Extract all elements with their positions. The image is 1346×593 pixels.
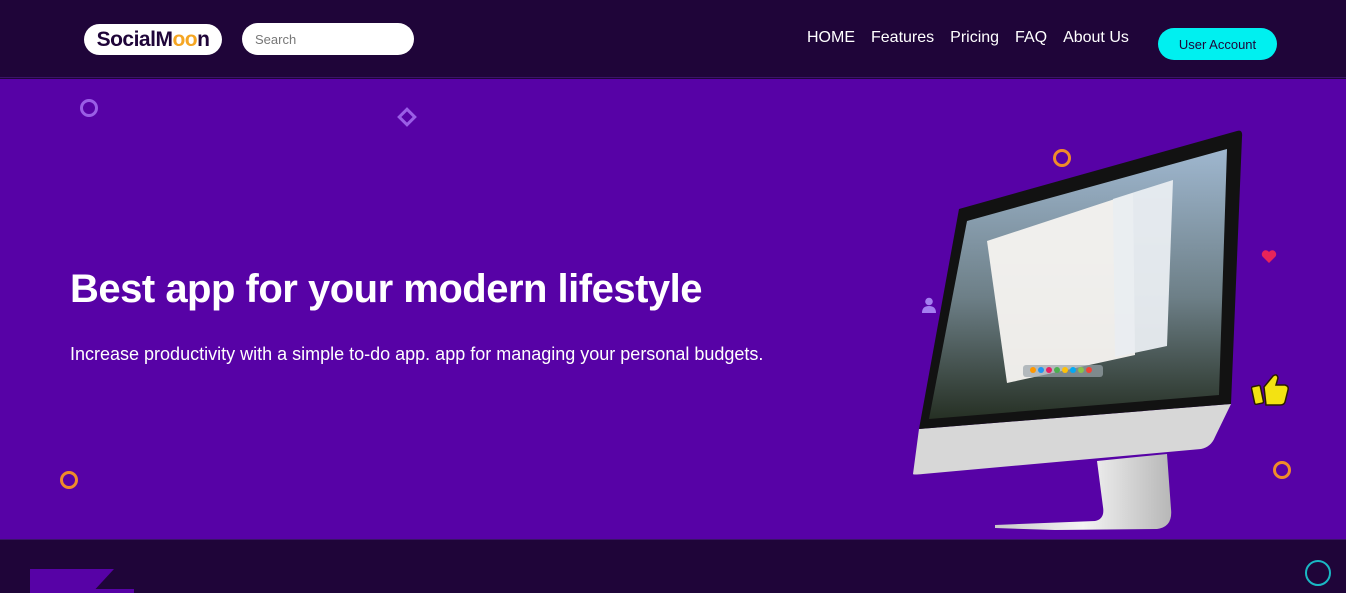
ring-icon [1305, 560, 1331, 586]
ring-icon [60, 471, 78, 489]
hero-subtitle: Increase productivity with a simple to-d… [70, 344, 764, 364]
logo-text-part-a: SocialM [96, 27, 173, 51]
ring-icon [1273, 461, 1291, 479]
footer-strip [0, 539, 1346, 593]
search-input[interactable] [242, 23, 414, 55]
logo-text-part-b: oo [172, 27, 198, 51]
site-logo[interactable]: SocialM oo n [84, 24, 222, 55]
footer-decoration [30, 569, 134, 593]
thumbs-up-icon [1251, 374, 1289, 406]
ring-icon [80, 99, 98, 117]
nav-home[interactable]: HOME [807, 29, 855, 47]
nav-faq[interactable]: FAQ [1015, 29, 1047, 47]
user-account-button[interactable]: User Account [1158, 28, 1277, 60]
imac-monitor-icon [913, 130, 1243, 530]
main-nav: HOME Features Pricing FAQ About Us [807, 29, 1145, 47]
hero-title: Best app for your modern lifestyle [70, 267, 703, 311]
nav-about-us[interactable]: About Us [1063, 29, 1129, 47]
hero-section: Best app for your modern lifestyle Incre… [0, 79, 1346, 539]
top-navbar: SocialMoon HOME Features Pricing FAQ Abo… [0, 0, 1346, 78]
diamond-icon [397, 107, 417, 127]
nav-pricing[interactable]: Pricing [950, 29, 999, 47]
heart-icon [1261, 250, 1277, 263]
nav-features[interactable]: Features [871, 29, 934, 47]
logo-text-part-c: n [197, 27, 210, 51]
